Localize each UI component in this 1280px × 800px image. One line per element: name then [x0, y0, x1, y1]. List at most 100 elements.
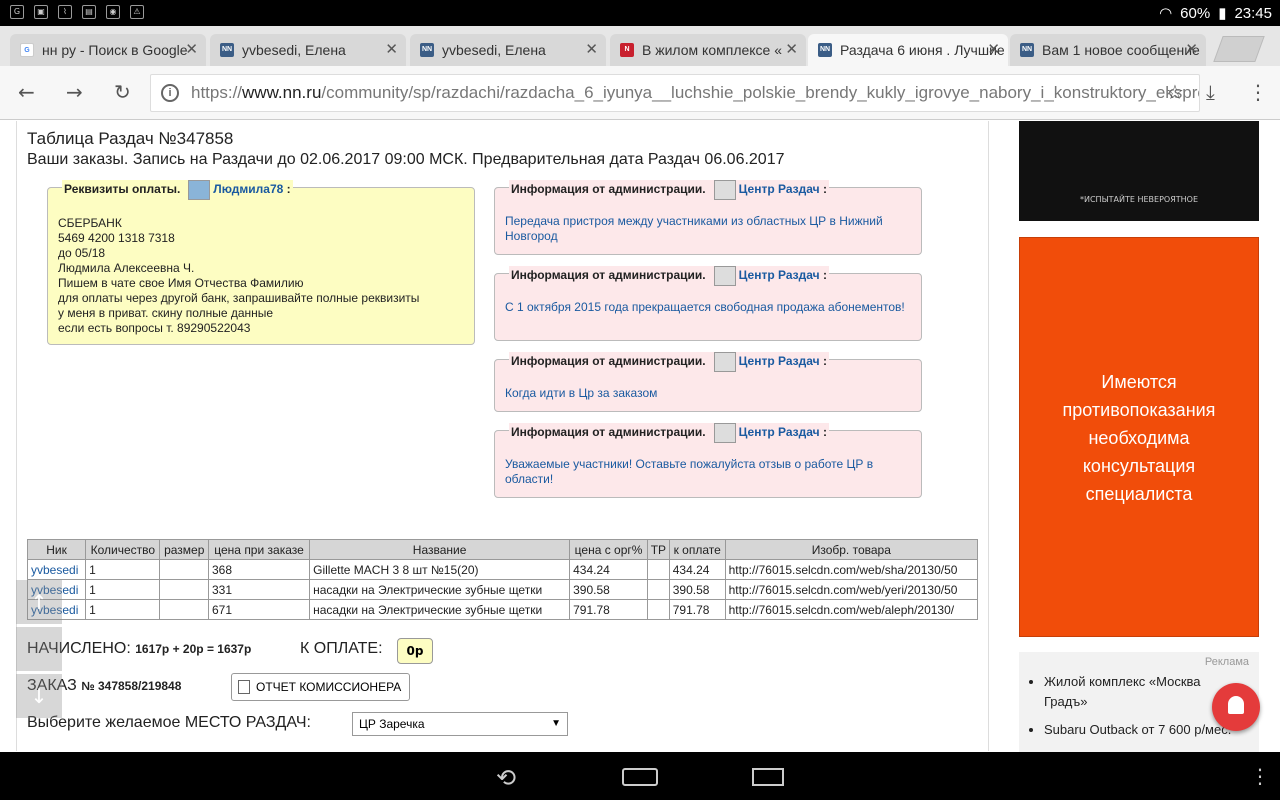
url-scheme: https://: [191, 83, 243, 102]
col-size: размер: [159, 539, 209, 560]
cell-price-org: 434.24: [569, 559, 648, 580]
new-tab-button[interactable]: [1213, 36, 1265, 62]
ad-banner-black[interactable]: *ИСПЫТАЙТЕ НЕВЕРОЯТНОЕ: [1019, 121, 1259, 221]
topay-value: 0р: [397, 638, 433, 664]
col-price-org: цена с орг%: [569, 539, 648, 560]
cell-tr: [646, 599, 670, 620]
admin-user-link[interactable]: Центр Раздач: [739, 425, 820, 439]
payment-header: Реквизиты оплаты. Людмила78 :: [62, 180, 293, 200]
table-header-row: Ник Количество размер цена при заказе На…: [26, 539, 979, 560]
place-select[interactable]: ЦР Заречка ▼: [352, 712, 568, 736]
scroll-down-float-button[interactable]: ↓: [16, 674, 62, 718]
menu-icon[interactable]: ⋮: [1248, 80, 1268, 104]
forward-icon[interactable]: →: [66, 80, 83, 104]
reload-icon[interactable]: ↻: [114, 80, 131, 104]
back-nav-icon[interactable]: ⟲: [496, 764, 516, 792]
admin-message[interactable]: Когда идти в Цр за заказом: [505, 386, 905, 401]
tab-google[interactable]: Gнн ру - Поиск в Google ✕: [10, 34, 206, 66]
tab-news[interactable]: N В жилом комплексе «✕: [610, 34, 806, 66]
bookmark-star-icon[interactable]: ☆: [1166, 80, 1184, 104]
home-nav-icon[interactable]: [622, 768, 658, 786]
place-selected-value: ЦР Заречка: [359, 717, 425, 731]
order-number: № 347858/219848: [81, 679, 182, 693]
admin-message[interactable]: С 1 октября 2015 года прекращается свобо…: [505, 300, 905, 315]
tab-message[interactable]: NN Вам 1 новое сообщение ✕: [1010, 34, 1206, 66]
payment-details-box: Реквизиты оплаты. Людмила78 : СБЕРБАНК 54…: [47, 180, 475, 345]
clock: 23:45: [1234, 4, 1272, 22]
report-label: ОТЧЕТ КОМИССИОНЕРА: [256, 680, 402, 694]
admin-user-link[interactable]: Центр Раздач: [739, 354, 820, 368]
broom-notification-icon: ⌇: [58, 5, 72, 19]
cell-price-org: 791.78: [569, 599, 648, 620]
gmail-notification-icon: G: [10, 5, 24, 19]
scroll-up-float-button[interactable]: ↑: [16, 580, 62, 624]
cell-to-pay: 434.24: [668, 559, 726, 580]
cell-image-url: http://76015.selcdn.com/web/yeri/20130/5…: [724, 579, 979, 600]
close-tab-icon[interactable]: ✕: [785, 34, 798, 66]
info-icon[interactable]: i: [161, 84, 179, 102]
cell-size: [159, 579, 209, 600]
cell-size: [159, 559, 209, 580]
close-tab-icon[interactable]: ✕: [585, 34, 598, 66]
back-icon[interactable]: ←: [18, 80, 35, 104]
url-path: /community/sp/razdachi/razdacha_6_iyunya…: [321, 83, 1200, 102]
cell-quantity: 1: [85, 559, 161, 580]
ad-black-text: *ИСПЫТАЙТЕ НЕВЕРОЯТНОЕ: [1079, 195, 1199, 204]
recents-nav-icon[interactable]: [752, 768, 784, 786]
ad-link[interactable]: Subaru Outback от 7 600 р/мес.: [1044, 720, 1239, 740]
cell-quantity: 1: [85, 579, 161, 600]
avatar: [713, 352, 736, 372]
news-icon: N: [620, 43, 634, 57]
admin-message[interactable]: Передача пристроя между участниками из о…: [505, 214, 915, 244]
cell-to-pay: 390.58: [668, 579, 726, 600]
url-input[interactable]: i https://www.nn.ru/community/sp/razdach…: [150, 74, 1200, 112]
admin-header: Информация от администрации. Центр Раздач…: [509, 423, 829, 443]
tab-title: нн ру - Поиск в Google: [42, 42, 188, 58]
cell-nick-link[interactable]: yvbesedi: [26, 559, 87, 580]
page-subtitle: Ваши заказы. Запись на Раздачи до 02.06.…: [27, 151, 785, 168]
google-icon: G: [20, 43, 34, 57]
admin-info-box: Информация от администрации. Центр Раздач…: [494, 180, 922, 255]
close-tab-icon[interactable]: ✕: [385, 34, 398, 66]
col-nick: Ник: [26, 539, 87, 560]
admin-info-box: Информация от администрации. Центр Раздач…: [494, 352, 922, 412]
close-tab-icon[interactable]: ✕: [1185, 34, 1198, 66]
cell-order-price: 331: [207, 579, 311, 600]
tab-yvbesedi-2[interactable]: NN yvbesedi, Елена ✕: [410, 34, 606, 66]
payment-user-link[interactable]: Людмила78: [213, 182, 283, 196]
admin-user-link[interactable]: Центр Раздач: [739, 268, 820, 282]
notification-bell-button[interactable]: [1212, 683, 1260, 731]
payment-text: СБЕРБАНК 5469 4200 1318 7318 до 05/18 Лю…: [58, 216, 420, 335]
admin-info-box: Информация от администрации. Центр Раздач…: [494, 423, 922, 498]
tab-title: Вам 1 новое сообщение: [1042, 42, 1200, 58]
system-nav-bar: ⟲ ⋮: [0, 752, 1280, 800]
nn-icon: NN: [220, 43, 234, 57]
admin-info-box: Информация от администрации. Центр Раздач…: [494, 266, 922, 341]
tab-yvbesedi-1[interactable]: NN yvbesedi, Елена ✕: [210, 34, 406, 66]
nn-icon: NN: [818, 43, 832, 57]
ad-banner-orange[interactable]: Имеются противопоказания необходима конс…: [1019, 237, 1259, 637]
cell-size: [159, 599, 209, 620]
tab-strip: Gнн ру - Поиск в Google ✕ NN yvbesedi, Еле…: [0, 26, 1280, 66]
col-name: Название: [309, 539, 571, 560]
cell-image-url: http://76015.selcdn.com/web/sha/20130/50: [724, 559, 979, 580]
admin-message[interactable]: Уважаемые участники! Оставьте пожалуйста…: [505, 457, 905, 487]
col-quantity: Количество: [85, 539, 161, 560]
dropdown-arrow-icon: ▼: [551, 718, 561, 729]
topay-label: К ОПЛАТЕ:: [300, 640, 383, 657]
float-button[interactable]: [16, 627, 62, 671]
overflow-menu-icon[interactable]: ⋮: [1250, 764, 1270, 788]
col-to-pay: к оплате: [668, 539, 726, 560]
close-tab-icon[interactable]: ✕: [185, 34, 198, 66]
close-tab-icon[interactable]: ✕: [987, 34, 1000, 66]
bell-icon: [1228, 696, 1244, 714]
tab-razdacha[interactable]: NN Раздача 6 июня . Лучшие ✕: [808, 34, 1008, 66]
table-row: yvbesedi 1 368 Gillette MACH 3 8 шт №15(…: [26, 559, 979, 580]
accrued-value: 1617р + 20р = 1637р: [135, 642, 252, 656]
admin-user-link[interactable]: Центр Раздач: [739, 182, 820, 196]
avatar: [713, 180, 736, 200]
warning-notification-icon: ⚠: [130, 5, 144, 19]
download-icon[interactable]: ⤓: [1206, 80, 1215, 104]
ad-link[interactable]: Жилой комплекс «Москва Градъ»: [1044, 672, 1239, 712]
commissioner-report-button[interactable]: ОТЧЕТ КОМИССИОНЕРА: [231, 673, 411, 701]
